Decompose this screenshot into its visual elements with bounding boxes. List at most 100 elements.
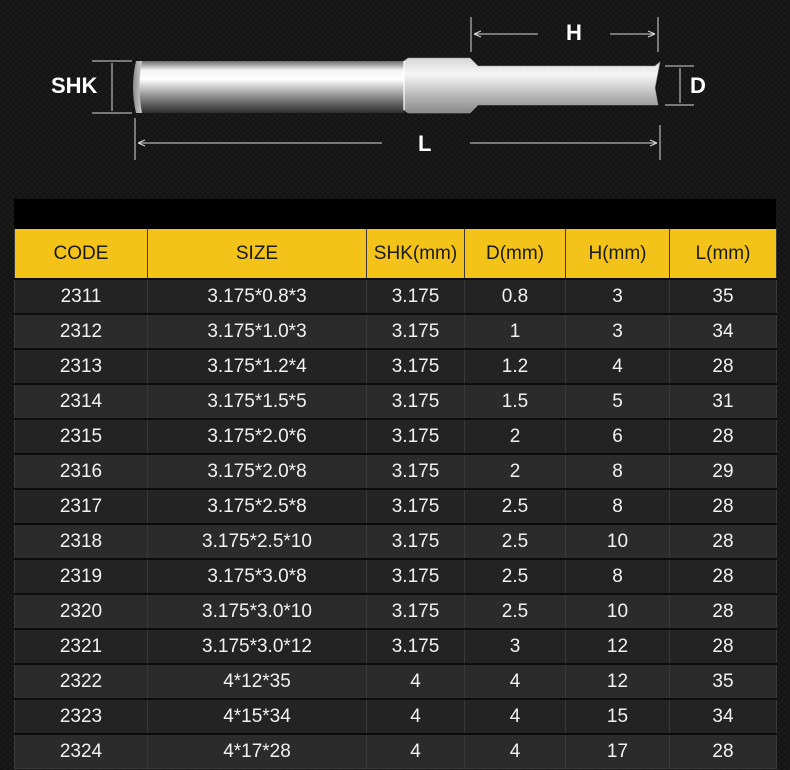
cell-l: 28 [669,558,777,595]
cell-shk: 3.175 [366,558,465,595]
cell-d: 0.8 [464,278,566,315]
l-label: L [418,131,431,156]
cell-h: 4 [565,348,670,385]
cell-l: 28 [669,628,777,665]
cell-code: 2320 [14,593,148,630]
cell-h: 5 [565,383,670,420]
header-shk: SHK(mm) [366,229,465,279]
table-row: 2320 3.175*3.0*10 3.175 2.5 10 28 [14,593,777,630]
cell-h: 10 [565,593,670,630]
cell-shk: 3.175 [366,383,465,420]
cell-h: 12 [565,663,670,700]
cell-shk: 3.175 [366,313,465,350]
h-label: H [566,20,582,45]
cell-code: 2322 [14,663,148,700]
shk-dimension [92,60,132,114]
spec-table: CODE SIZE SHK(mm) D(mm) H(mm) L(mm) 2311… [14,229,777,769]
cell-size: 4*15*34 [147,698,367,735]
cell-size: 3.175*3.0*10 [147,593,367,630]
cell-size: 4*17*28 [147,733,367,769]
cell-shk: 3.175 [366,628,465,665]
cell-code: 2316 [14,453,148,490]
table-row: 2321 3.175*3.0*12 3.175 3 12 28 [14,628,777,665]
table-row: 2317 3.175*2.5*8 3.175 2.5 8 28 [14,488,777,525]
cell-h: 8 [565,558,670,595]
cell-l: 28 [669,488,777,525]
cell-d: 2 [464,453,566,490]
cell-shk: 3.175 [366,488,465,525]
router-bit-diagram: SHK H D L [51,17,706,160]
cell-code: 2321 [14,628,148,665]
cell-d: 3 [464,628,566,665]
cell-h: 3 [565,313,670,350]
header-code: CODE [14,229,148,279]
cell-code: 2323 [14,698,148,735]
cell-d: 1.2 [464,348,566,385]
cell-d: 1.5 [464,383,566,420]
table-top-band [14,199,776,229]
cell-l: 29 [669,453,777,490]
cell-shk: 4 [366,698,465,735]
table-row: 2311 3.175*0.8*3 3.175 0.8 3 35 [14,278,777,315]
cell-h: 8 [565,453,670,490]
cell-shk: 3.175 [366,418,465,455]
cell-shk: 3.175 [366,348,465,385]
cell-shk: 3.175 [366,593,465,630]
cell-size: 3.175*3.0*12 [147,628,367,665]
cutting-head [403,57,661,114]
cell-shk: 3.175 [366,523,465,560]
cell-h: 17 [565,733,670,769]
cell-size: 3.175*2.5*10 [147,523,367,560]
cell-l: 31 [669,383,777,420]
cell-h: 10 [565,523,670,560]
table-row: 2323 4*15*34 4 4 15 34 [14,698,777,735]
cell-code: 2314 [14,383,148,420]
table-row: 2318 3.175*2.5*10 3.175 2.5 10 28 [14,523,777,560]
cell-d: 2.5 [464,523,566,560]
cell-d: 2 [464,418,566,455]
l-dimension [134,118,661,160]
cell-size: 3.175*3.0*8 [147,558,367,595]
cell-l: 28 [669,733,777,769]
cell-code: 2315 [14,418,148,455]
cell-l: 28 [669,523,777,560]
cell-code: 2312 [14,313,148,350]
cell-d: 1 [464,313,566,350]
cell-shk: 4 [366,663,465,700]
cell-l: 28 [669,348,777,385]
cell-d: 2.5 [464,558,566,595]
table-row: 2314 3.175*1.5*5 3.175 1.5 5 31 [14,383,777,420]
cell-h: 12 [565,628,670,665]
cell-size: 3.175*2.5*8 [147,488,367,525]
d-label: D [690,73,706,98]
h-dimension [470,17,659,52]
cell-h: 3 [565,278,670,315]
cell-d: 2.5 [464,593,566,630]
cell-l: 34 [669,313,777,350]
cell-l: 34 [669,698,777,735]
cell-code: 2324 [14,733,148,769]
cell-l: 35 [669,278,777,315]
table-row: 2315 3.175*2.0*6 3.175 2 6 28 [14,418,777,455]
table-row: 2324 4*17*28 4 4 17 28 [14,733,777,769]
shk-label: SHK [51,73,98,98]
table-row: 2312 3.175*1.0*3 3.175 1 3 34 [14,313,777,350]
cell-size: 3.175*1.0*3 [147,313,367,350]
table-row: 2313 3.175*1.2*4 3.175 1.2 4 28 [14,348,777,385]
cell-d: 2.5 [464,488,566,525]
cell-size: 3.175*1.5*5 [147,383,367,420]
cell-code: 2311 [14,278,148,315]
spec-table-header: CODE SIZE SHK(mm) D(mm) H(mm) L(mm) [14,229,777,279]
cell-h: 6 [565,418,670,455]
cell-size: 3.175*0.8*3 [147,278,367,315]
cell-size: 3.175*1.2*4 [147,348,367,385]
cell-code: 2313 [14,348,148,385]
cell-shk: 3.175 [366,453,465,490]
header-row: CODE SIZE SHK(mm) D(mm) H(mm) L(mm) [14,229,777,279]
cell-l: 35 [669,663,777,700]
cell-code: 2318 [14,523,148,560]
cell-code: 2319 [14,558,148,595]
cell-l: 28 [669,593,777,630]
header-h: H(mm) [565,229,670,279]
header-l: L(mm) [669,229,777,279]
